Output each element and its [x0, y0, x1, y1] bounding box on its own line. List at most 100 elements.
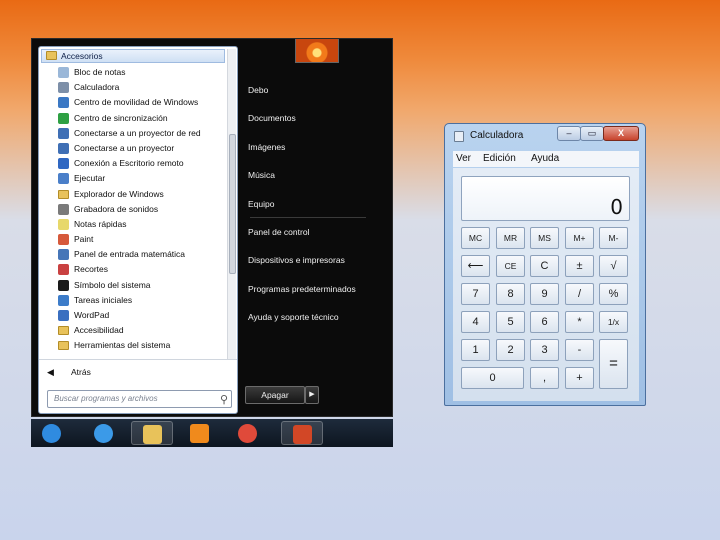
key-button[interactable]: + [565, 367, 594, 389]
key-button[interactable]: C [530, 255, 559, 277]
program-item[interactable]: Paint [41, 232, 225, 247]
menu-ver[interactable]: Ver [456, 151, 471, 167]
program-item[interactable]: Bloc de notas [41, 65, 225, 80]
places-item[interactable]: Equipo [248, 190, 388, 218]
places-item[interactable]: Música [248, 161, 388, 189]
key-button[interactable]: M+ [565, 227, 594, 249]
key-button[interactable]: , [530, 367, 559, 389]
maximize-button[interactable]: ▭ [580, 126, 604, 141]
calculator-titlebar[interactable]: Calculadora ‒ ▭ X [445, 124, 645, 148]
program-item[interactable]: Tareas iniciales [41, 293, 225, 308]
media-player-icon [190, 424, 209, 443]
program-item[interactable]: Recortes [41, 262, 225, 277]
places-item[interactable]: Debo [248, 76, 388, 104]
key-button[interactable]: 3 [530, 339, 559, 361]
program-label: Símbolo del sistema [74, 279, 151, 290]
key-button[interactable]: 9 [530, 283, 559, 305]
program-item[interactable]: Calculadora [41, 80, 225, 95]
folder-icon [58, 341, 69, 351]
key-button[interactable]: - [565, 339, 594, 361]
program-item[interactable]: Grabadora de sonidos [41, 202, 225, 217]
taskbar-button[interactable] [227, 421, 269, 445]
key-button[interactable]: MR [496, 227, 525, 249]
key-button[interactable]: ± [565, 255, 594, 277]
window-title: Calculadora [470, 130, 524, 141]
program-item[interactable]: Notas rápidas [41, 217, 225, 232]
folder-accesorios[interactable]: Accesorios [41, 49, 225, 63]
key-button[interactable]: 6 [530, 311, 559, 333]
back-button[interactable]: ◀ Atrás [39, 359, 237, 383]
key-button[interactable]: 7 [461, 283, 490, 305]
remote-desktop-icon [58, 158, 69, 170]
key-button[interactable]: ⟵ [461, 255, 490, 277]
key-button[interactable]: 0 [461, 367, 524, 389]
shutdown-options-button[interactable]: ▶ [305, 386, 319, 404]
program-label: Calculadora [74, 82, 120, 93]
program-list: Bloc de notas Calculadora Centro de movili… [41, 65, 225, 354]
taskbar-button[interactable] [131, 421, 173, 445]
places-item[interactable]: Panel de control [248, 218, 388, 246]
program-label: Conectarse a un proyector [74, 142, 175, 153]
powerpoint-icon [293, 425, 312, 444]
key-button[interactable]: CE [496, 255, 525, 277]
calculator-body: 0 MC MR MS M+ M- ⟵ CE C ± √ 7 8 9 /% 4 5 6 * 1/x 1 2 3- = 0, + [453, 168, 639, 401]
places-item[interactable]: Programas predeterminados [248, 275, 388, 303]
program-item[interactable]: Conectarse a un proyector de red [41, 126, 225, 141]
key-button[interactable]: 1 [461, 339, 490, 361]
program-label: Recortes [74, 264, 109, 275]
taskbar-button[interactable] [83, 421, 125, 445]
sync-center-icon [58, 112, 69, 124]
key-button[interactable]: * [565, 311, 594, 333]
folder-icon [58, 189, 69, 199]
shutdown-button[interactable]: Apagar [245, 386, 305, 404]
program-label: Herramientas del sistema [74, 340, 171, 351]
program-label: Accesibilidad [74, 325, 124, 336]
program-item[interactable]: Conexión a Escritorio remoto [41, 156, 225, 171]
taskbar-button[interactable] [179, 421, 221, 445]
key-button[interactable]: = [599, 339, 628, 389]
key-button[interactable]: √ [599, 255, 628, 277]
paint-icon [58, 234, 69, 246]
key-button[interactable]: 1/x [599, 311, 628, 333]
program-item[interactable]: Panel de entrada matemática [41, 247, 225, 262]
menu-ayuda[interactable]: Ayuda [531, 151, 559, 167]
notepad-icon [58, 67, 69, 78]
key-button[interactable]: MC [461, 227, 490, 249]
key-button[interactable]: 4 [461, 311, 490, 333]
user-picture[interactable] [295, 39, 339, 63]
program-item[interactable]: Explorador de Windows [41, 187, 225, 202]
places-item[interactable]: Imágenes [248, 133, 388, 161]
scissors-icon [58, 264, 69, 276]
program-item[interactable]: Accesibilidad [41, 323, 225, 338]
program-item[interactable]: Ejecutar [41, 171, 225, 186]
key-button[interactable]: 2 [496, 339, 525, 361]
program-item[interactable]: Centro de sincronización [41, 111, 225, 126]
search-icon: ⚲ [219, 394, 228, 406]
windows-explorer-icon [143, 425, 162, 444]
key-button[interactable]: MS [530, 227, 559, 249]
places-item[interactable]: Ayuda y soporte técnico [248, 303, 388, 331]
program-item[interactable]: Conectarse a un proyector [41, 141, 225, 156]
key-button[interactable]: / [565, 283, 594, 305]
minimize-button[interactable]: ‒ [557, 126, 581, 141]
search-input[interactable]: Buscar programas y archivos ⚲ [47, 390, 232, 408]
places-item[interactable]: Dispositivos e impresoras [248, 246, 388, 274]
program-item[interactable]: Herramientas del sistema [41, 338, 225, 353]
taskbar-button[interactable] [281, 421, 323, 445]
back-label: Atrás [71, 367, 91, 377]
key-button[interactable]: 8 [496, 283, 525, 305]
projector-icon [58, 142, 69, 154]
program-item[interactable]: Símbolo del sistema [41, 278, 225, 293]
taskbar-button[interactable] [31, 421, 73, 445]
scroll-thumb[interactable] [229, 134, 236, 274]
key-button[interactable]: 5 [496, 311, 525, 333]
close-button[interactable]: X [603, 126, 639, 141]
program-item[interactable]: WordPad [41, 308, 225, 323]
places-item[interactable]: Documentos [248, 104, 388, 132]
key-button[interactable]: M- [599, 227, 628, 249]
program-item[interactable]: Centro de movilidad de Windows [41, 95, 225, 110]
key-button[interactable]: % [599, 283, 628, 305]
menu-edicin[interactable]: Edición [483, 151, 516, 167]
scrollbar[interactable] [227, 49, 236, 359]
sticky-note-icon [58, 218, 69, 230]
